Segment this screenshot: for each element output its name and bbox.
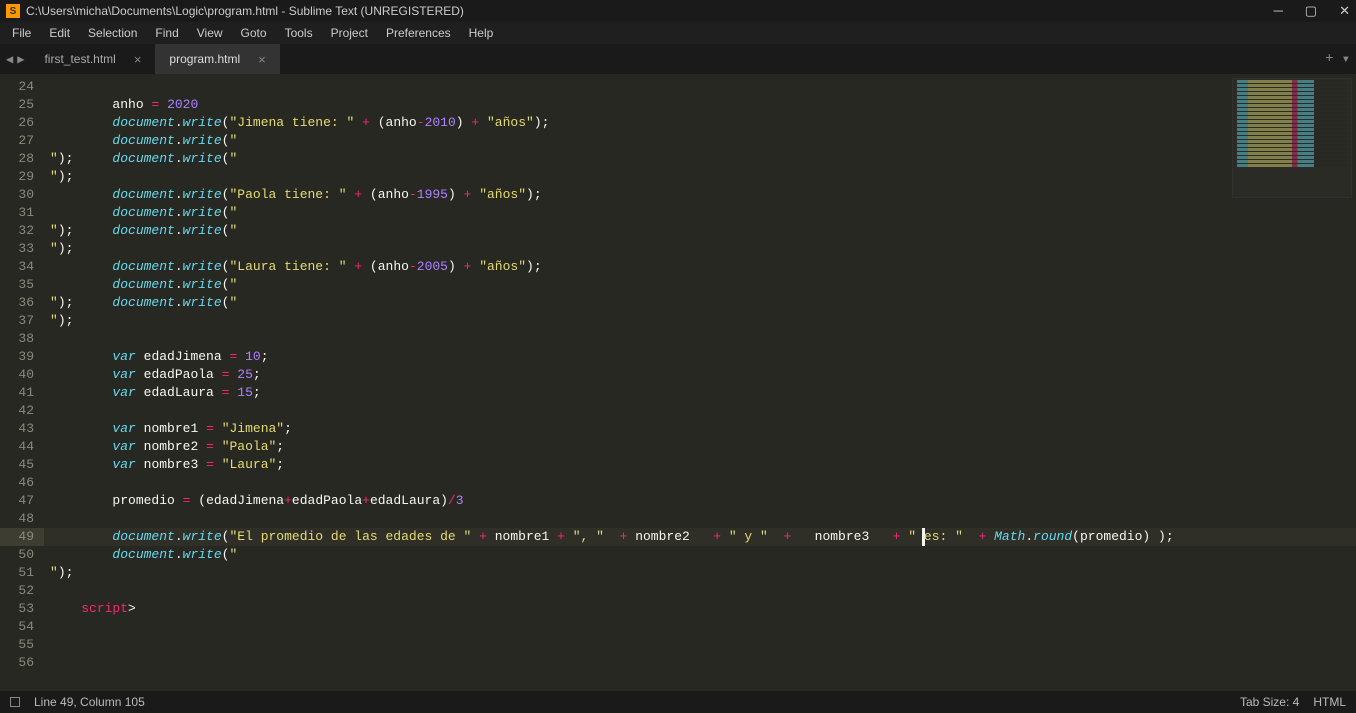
tab-close-icon[interactable]: × (258, 52, 266, 67)
menubar: File Edit Selection Find View Goto Tools… (0, 22, 1356, 44)
nav-back-icon[interactable]: ◀ (6, 52, 13, 67)
line-gutter: 2425262728293031323334353637383940414243… (0, 74, 44, 691)
tab-first-test[interactable]: first_test.html × (30, 44, 155, 74)
menu-edit[interactable]: Edit (41, 24, 78, 42)
status-tab-size[interactable]: Tab Size: 4 (1240, 695, 1299, 709)
status-square-icon[interactable] (10, 697, 20, 707)
titlebar: S C:\Users\micha\Documents\Logic\program… (0, 0, 1356, 22)
menu-preferences[interactable]: Preferences (378, 24, 459, 42)
menu-find[interactable]: Find (147, 24, 186, 42)
window-controls: ─ ▢ ✕ (1274, 3, 1350, 19)
status-syntax[interactable]: HTML (1313, 695, 1346, 709)
statusbar: Line 49, Column 105 Tab Size: 4 HTML (0, 691, 1356, 713)
tab-label: program.html (169, 52, 240, 66)
menu-tools[interactable]: Tools (277, 24, 321, 42)
tab-overflow: + ▾ (1325, 44, 1350, 74)
minimize-button[interactable]: ─ (1274, 3, 1283, 19)
tab-dropdown-icon[interactable]: ▾ (1342, 51, 1350, 68)
tab-close-icon[interactable]: × (134, 52, 142, 67)
menu-selection[interactable]: Selection (80, 24, 145, 42)
status-cursor-pos: Line 49, Column 105 (34, 695, 145, 709)
tabbar: ◀ ▶ first_test.html × program.html × + ▾ (0, 44, 1356, 74)
tab-label: first_test.html (44, 52, 115, 66)
nav-forward-icon[interactable]: ▶ (17, 52, 24, 67)
close-button[interactable]: ✕ (1339, 3, 1350, 19)
tab-history-nav: ◀ ▶ (0, 44, 30, 74)
app-icon: S (6, 4, 20, 18)
menu-goto[interactable]: Goto (233, 24, 275, 42)
menu-view[interactable]: View (189, 24, 231, 42)
menu-help[interactable]: Help (461, 24, 502, 42)
maximize-button[interactable]: ▢ (1305, 3, 1317, 19)
menu-file[interactable]: File (4, 24, 39, 42)
editor[interactable]: 2425262728293031323334353637383940414243… (0, 74, 1356, 691)
code-area[interactable]: anho = 2020 document.write("Jimena tiene… (44, 74, 1356, 691)
window-title: C:\Users\micha\Documents\Logic\program.h… (26, 4, 1274, 18)
menu-project[interactable]: Project (323, 24, 376, 42)
new-tab-icon[interactable]: + (1325, 51, 1333, 67)
tab-program[interactable]: program.html × (155, 44, 279, 74)
